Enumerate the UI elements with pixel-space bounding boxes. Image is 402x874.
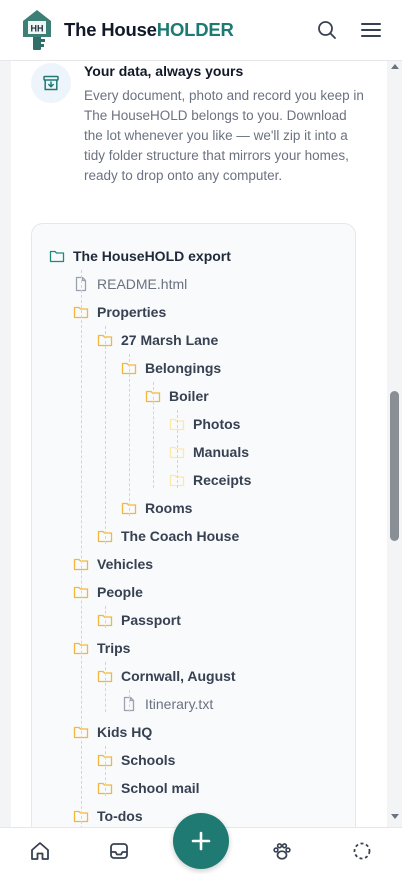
tree-guide-line: [129, 354, 130, 516]
tree-item-label: Photos: [193, 416, 241, 432]
tree-root-folder[interactable]: The HouseHOLD export: [49, 246, 231, 266]
tree-guide-line: [105, 606, 106, 628]
tree-item-label: Trips: [97, 640, 131, 656]
tree-item[interactable]: People: [73, 582, 143, 602]
inbox-icon[interactable]: [108, 840, 130, 862]
tree-item[interactable]: Receipts: [169, 470, 251, 490]
export-tree-panel: The HouseHOLD export README.html Propertie…: [31, 223, 356, 827]
tree-item[interactable]: Photos: [169, 414, 240, 434]
tree-item[interactable]: Passport: [97, 610, 181, 630]
brand-name-part1: The House: [64, 19, 157, 40]
app-header: HH The HouseHOLDER: [0, 0, 402, 61]
tree-guide-line: [153, 382, 154, 488]
search-icon[interactable]: [316, 19, 338, 41]
tree-guide-line: [105, 326, 106, 544]
brand-name-part2: HOLDER: [156, 19, 234, 40]
tree-item[interactable]: Cornwall, August: [97, 666, 236, 686]
tree-item-label: School mail: [121, 780, 200, 796]
house-key-logo-icon[interactable]: HH: [22, 8, 52, 52]
tree-item[interactable]: Rooms: [121, 498, 192, 518]
tree-item-label: Belongings: [145, 360, 222, 376]
tree-item[interactable]: Manuals: [169, 442, 249, 462]
scroll-up-arrow-icon[interactable]: [391, 64, 399, 69]
tree-guide-line: [105, 662, 106, 712]
tree-item-label: Schools: [121, 752, 176, 768]
home-icon[interactable]: [29, 840, 51, 862]
tree-item[interactable]: Properties: [73, 302, 166, 322]
tree-item[interactable]: Belongings: [121, 358, 221, 378]
loading-circle-icon[interactable]: [351, 840, 373, 862]
tree-item-label: Boiler: [169, 388, 209, 404]
tree-item[interactable]: Schools: [97, 750, 175, 770]
tree-item[interactable]: README.html: [73, 274, 187, 294]
folder-icon: [49, 248, 65, 264]
tree-item-label: Vehicles: [97, 556, 154, 572]
tree-guide-line: [129, 690, 130, 712]
tree-item-label: Cornwall, August: [121, 668, 236, 684]
tree-item-label: The HouseHOLD export: [73, 248, 231, 264]
tree-item-label: People: [97, 584, 143, 600]
brand-name[interactable]: The HouseHOLDER: [64, 19, 234, 41]
tree-guide-line: [81, 270, 82, 827]
data-card-title: Your data, always yours: [84, 63, 244, 79]
tree-item[interactable]: To-dos: [73, 806, 143, 826]
tree-item-label: Properties: [97, 304, 167, 320]
tree-item-label: Rooms: [145, 500, 193, 516]
data-card-body: Every document, photo and record you kee…: [84, 88, 364, 183]
tree-item-label: Kids HQ: [97, 724, 153, 740]
tree-item-label: Receipts: [193, 472, 252, 488]
tree-item[interactable]: Vehicles: [73, 554, 153, 574]
svg-text:HH: HH: [31, 24, 44, 34]
pets-icon[interactable]: [271, 840, 293, 862]
tree-item-label: To-dos: [97, 808, 143, 824]
tree-item[interactable]: Itinerary.txt: [121, 694, 213, 714]
tree-item-label: The Coach House: [121, 528, 240, 544]
tree-item[interactable]: 27 Marsh Lane: [97, 330, 218, 350]
tree-item[interactable]: The Coach House: [97, 526, 239, 546]
tree-item-label: README.html: [97, 276, 188, 292]
tree-item[interactable]: Boiler: [145, 386, 209, 406]
main-content: Your data, always yours Every document, …: [11, 61, 387, 827]
tree-item-label: 27 Marsh Lane: [121, 332, 219, 348]
archive-download-icon: [31, 63, 71, 103]
scrollbar-thumb[interactable]: [390, 391, 399, 541]
tree-item[interactable]: Kids HQ: [73, 722, 152, 742]
tree-item-label: Itinerary.txt: [145, 696, 214, 712]
tree-item-label: Passport: [121, 612, 181, 628]
scroll-down-arrow-icon[interactable]: [391, 814, 399, 819]
add-button[interactable]: [173, 813, 229, 869]
tree-guide-line: [177, 410, 178, 488]
tree-item-label: Manuals: [193, 444, 250, 460]
menu-icon[interactable]: [360, 19, 382, 41]
add-icon: [190, 830, 212, 852]
tree-guide-line: [105, 746, 106, 796]
tree-item[interactable]: School mail: [97, 778, 200, 798]
